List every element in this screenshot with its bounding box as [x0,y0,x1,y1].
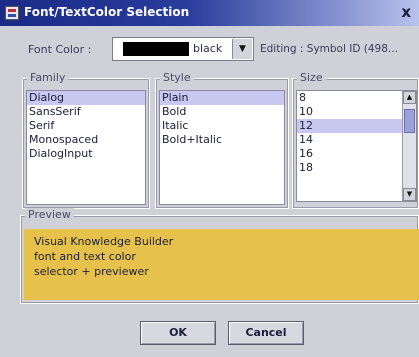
close-button[interactable]: x [401,3,411,21]
cancel-button[interactable]: Cancel [228,321,304,345]
size-label: Size [297,71,326,84]
editing-label: Editing : Symbol ID (498... [260,43,398,55]
family-item-sansserif[interactable]: SansSerif [27,105,145,119]
style-item-bold[interactable]: Bold [160,105,284,119]
ok-button[interactable]: OK [140,321,216,345]
style-list[interactable]: Plain Bold Italic Bold+Italic [159,90,285,205]
preview-area: Visual Knowledge Builder font and text c… [24,229,419,300]
style-item-bold-italic[interactable]: Bold+Italic [160,133,284,147]
size-item-18[interactable]: 18 [297,161,416,175]
size-item-8[interactable]: 8 [297,91,416,105]
style-label: Style [160,71,194,84]
size-item-10[interactable]: 10 [297,105,416,119]
family-item-dialoginput[interactable]: DialogInput [27,147,145,161]
size-item-12[interactable]: 12 [297,119,416,133]
color-swatch [123,42,189,56]
font-color-value: black [193,42,223,55]
font-color-dropdown[interactable]: black ▼ [112,37,254,61]
family-item-serif[interactable]: Serif [27,119,145,133]
preview-line: Visual Knowledge Builder [34,235,174,248]
style-item-plain[interactable]: Plain [160,91,284,105]
window-title: Font/TextColor Selection [24,5,190,19]
app-icon [5,6,19,20]
scroll-down-icon[interactable]: ▼ [403,188,416,201]
size-list[interactable]: 8 10 12 14 16 18 ▲ ▼ [296,90,417,202]
scroll-thumb[interactable] [404,109,415,133]
font-color-label: Font Color : [28,43,92,56]
size-item-16[interactable]: 16 [297,147,416,161]
size-item-14[interactable]: 14 [297,133,416,147]
family-list[interactable]: Dialog SansSerif Serif Monospaced Dialog… [26,90,146,205]
font-dialog: Font/TextColor Selection x Font Color : … [0,0,419,357]
title-bar[interactable]: Font/TextColor Selection x [0,0,419,26]
preview-label: Preview [25,208,74,221]
style-item-italic[interactable]: Italic [160,119,284,133]
family-label: Family [27,71,69,84]
size-scrollbar[interactable]: ▲ ▼ [402,91,416,201]
preview-line: font and text color [34,250,136,263]
family-item-monospaced[interactable]: Monospaced [27,133,145,147]
scroll-up-icon[interactable]: ▲ [403,91,416,104]
family-item-dialog[interactable]: Dialog [27,91,145,105]
chevron-down-icon[interactable]: ▼ [232,39,252,59]
preview-line: selector + previewer [34,265,149,278]
